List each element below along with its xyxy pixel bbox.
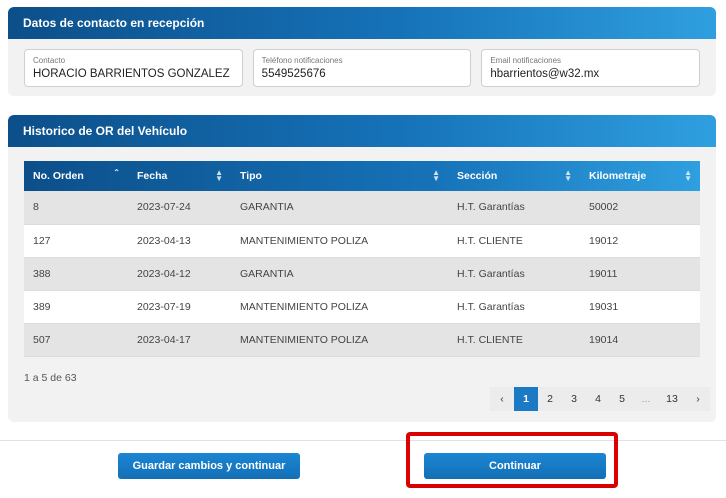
cell-date: 2023-04-12 xyxy=(128,257,231,291)
history-table-wrap: No. Orden ⌃ Fecha ▲ ▼ Tipo ▲ ▼ Sección ▲ ▼ Kilo… xyxy=(24,161,700,357)
history-panel: Historico de OR del Vehículo No. Orden ⌃ … xyxy=(8,115,716,422)
cell-type: MANTENIMIENTO POLIZA xyxy=(231,323,448,357)
cell-section: H.T. Garantías xyxy=(448,191,580,225)
column-header-section-label: Sección xyxy=(457,170,498,182)
column-header-order[interactable]: No. Orden ⌃ xyxy=(24,161,128,191)
email-value[interactable]: hbarrientos@w32.mx xyxy=(490,68,691,80)
next-page-button[interactable]: › xyxy=(686,387,710,411)
cell-type: MANTENIMIENTO POLIZA xyxy=(231,290,448,324)
sort-icon[interactable]: ▲ ▼ xyxy=(432,169,440,183)
phone-label: Teléfono notificaciones xyxy=(261,56,343,65)
cell-section: H.T. Garantías xyxy=(448,257,580,291)
contact-name-value[interactable]: HORACIO BARRIENTOS GONZALEZ xyxy=(33,68,234,80)
email-label: Email notificaciones xyxy=(490,56,562,65)
cell-section: H.T. Garantías xyxy=(448,290,580,324)
table-row[interactable]: 389 2023-07-19 MANTENIMIENTO POLIZA H.T.… xyxy=(24,290,700,324)
history-table: No. Orden ⌃ Fecha ▲ ▼ Tipo ▲ ▼ Sección ▲ ▼ Kilo… xyxy=(24,161,700,357)
email-field[interactable]: Email notificaciones hbarrientos@w32.mx xyxy=(481,49,701,87)
cell-order: 507 xyxy=(24,323,128,357)
cell-date: 2023-07-19 xyxy=(128,290,231,324)
prev-page-button[interactable]: ‹ xyxy=(490,387,514,411)
cell-type: GARANTIA xyxy=(231,191,448,225)
sort-asc-icon[interactable]: ⌃ xyxy=(113,169,120,177)
contact-fields: Contacto HORACIO BARRIENTOS GONZALEZ Tel… xyxy=(24,49,701,87)
page-3-button[interactable]: 3 xyxy=(562,387,586,411)
records-count: 1 a 5 de 63 xyxy=(24,372,77,384)
phone-field[interactable]: Teléfono notificaciones 5549525676 xyxy=(252,49,472,87)
contact-panel: Datos de contacto en recepción Contacto … xyxy=(8,7,716,96)
cell-mileage: 19031 xyxy=(580,290,700,324)
page-4-button[interactable]: 4 xyxy=(586,387,610,411)
table-row[interactable]: 8 2023-07-24 GARANTIA H.T. Garantías 500… xyxy=(24,191,700,225)
cell-date: 2023-04-17 xyxy=(128,323,231,357)
column-header-date-label: Fecha xyxy=(137,170,168,182)
pagination: ‹ 1 2 3 4 5 ... 13 › xyxy=(490,387,710,411)
cell-order: 8 xyxy=(24,191,128,225)
cell-section: H.T. CLIENTE xyxy=(448,323,580,357)
column-header-date[interactable]: Fecha ▲ ▼ xyxy=(128,161,231,191)
column-header-order-label: No. Orden xyxy=(33,170,84,182)
table-header-row: No. Orden ⌃ Fecha ▲ ▼ Tipo ▲ ▼ Sección ▲ ▼ Kilo… xyxy=(24,161,700,191)
phone-value[interactable]: 5549525676 xyxy=(262,68,463,80)
page-5-button[interactable]: 5 xyxy=(610,387,634,411)
cell-type: GARANTIA xyxy=(231,257,448,291)
sort-icon[interactable]: ▲ ▼ xyxy=(684,169,692,183)
page-2-button[interactable]: 2 xyxy=(538,387,562,411)
cell-order: 127 xyxy=(24,224,128,258)
save-and-continue-button[interactable]: Guardar cambios y continuar xyxy=(118,453,300,479)
page-13-button[interactable]: 13 xyxy=(658,387,686,411)
cell-section: H.T. CLIENTE xyxy=(448,224,580,258)
table-row[interactable]: 507 2023-04-17 MANTENIMIENTO POLIZA H.T.… xyxy=(24,323,700,357)
sort-icon[interactable]: ▲ ▼ xyxy=(564,169,572,183)
cell-mileage: 50002 xyxy=(580,191,700,225)
column-header-type-label: Tipo xyxy=(240,170,262,182)
continue-highlight-frame xyxy=(406,432,618,488)
table-row[interactable]: 388 2023-04-12 GARANTIA H.T. Garantías 1… xyxy=(24,257,700,291)
cell-mileage: 19014 xyxy=(580,323,700,357)
contact-name-label: Contacto xyxy=(33,56,66,65)
cell-type: MANTENIMIENTO POLIZA xyxy=(231,224,448,258)
column-header-section[interactable]: Sección ▲ ▼ xyxy=(448,161,580,191)
column-header-mileage[interactable]: Kilometraje ▲ ▼ xyxy=(580,161,700,191)
column-header-mileage-label: Kilometraje xyxy=(589,170,647,182)
pagination-ellipsis: ... xyxy=(634,387,658,411)
history-panel-title: Historico de OR del Vehículo xyxy=(8,115,716,147)
contact-name-field[interactable]: Contacto HORACIO BARRIENTOS GONZALEZ xyxy=(24,49,243,87)
contact-panel-title: Datos de contacto en recepción xyxy=(8,7,716,39)
cell-order: 388 xyxy=(24,257,128,291)
page-1-button[interactable]: 1 xyxy=(514,387,538,411)
cell-mileage: 19011 xyxy=(580,257,700,291)
cell-order: 389 xyxy=(24,290,128,324)
cell-date: 2023-07-24 xyxy=(128,191,231,225)
cell-mileage: 19012 xyxy=(580,224,700,258)
sort-icon[interactable]: ▲ ▼ xyxy=(215,169,223,183)
table-row[interactable]: 127 2023-04-13 MANTENIMIENTO POLIZA H.T.… xyxy=(24,224,700,258)
column-header-type[interactable]: Tipo ▲ ▼ xyxy=(231,161,448,191)
cell-date: 2023-04-13 xyxy=(128,224,231,258)
